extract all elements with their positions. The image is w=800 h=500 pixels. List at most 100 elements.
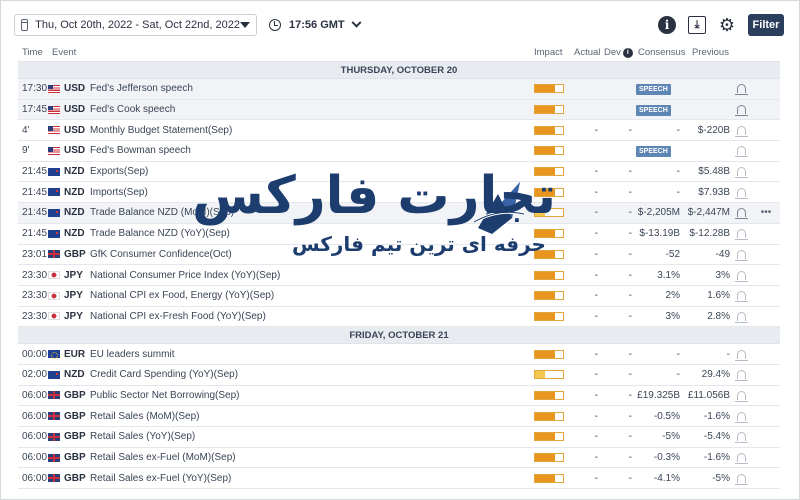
more-options-icon[interactable]: ••• [752, 207, 780, 218]
bell-icon[interactable] [734, 411, 748, 423]
bell-icon[interactable] [734, 453, 748, 465]
event-name[interactable]: Retail Sales ex-Fuel (YoY)(Sep) [86, 473, 534, 484]
alert-cell [730, 208, 752, 220]
filter-button[interactable]: Filter [748, 14, 784, 36]
table-row[interactable]: 23:30 JPY National CPI ex-Fresh Food (YoY)… [18, 307, 780, 328]
consensus-value: -5% [662, 431, 680, 443]
event-name[interactable]: Fed's Cook speech [86, 104, 534, 115]
table-row[interactable]: 9' USD Fed's Bowman speech SPEECH [18, 141, 780, 162]
actual-value: - [594, 248, 598, 260]
deviation-value: - [628, 348, 632, 360]
event-name[interactable]: Imports(Sep) [86, 187, 534, 198]
bell-icon[interactable] [734, 473, 748, 485]
bell-icon[interactable] [734, 249, 748, 261]
impact-cell [534, 270, 574, 280]
table-row[interactable]: 23:30 JPY National CPI ex Food, Energy (Yo… [18, 286, 780, 307]
table-row[interactable]: 23:01 GBP GfK Consumer Confidence(Oct) - - -5… [18, 245, 780, 266]
table-row[interactable]: 06:00 GBP Retail Sales ex-Fuel (MoM)(Sep) -… [18, 448, 780, 469]
table-row[interactable]: 21:45 NZD Trade Balance NZD (MoM)(Sep) - - $-… [18, 203, 780, 224]
flag-nzd-icon [48, 167, 60, 176]
event-name[interactable]: Retail Sales (MoM)(Sep) [86, 411, 534, 422]
bell-icon[interactable] [734, 370, 748, 382]
col-actual-header[interactable]: Actual [574, 47, 604, 58]
deviation-value: - [628, 369, 632, 381]
col-consensus-header[interactable]: Consensus [634, 47, 692, 58]
col-dev-label: Dev [604, 47, 621, 58]
bell-icon[interactable] [734, 390, 748, 402]
download-icon[interactable]: ⤓ [688, 16, 706, 34]
event-name[interactable]: National Consumer Price Index (YoY)(Sep) [86, 270, 534, 281]
dev-info-icon[interactable]: i [622, 47, 633, 58]
previous-value: $5.48B [698, 166, 730, 178]
alert-cell [730, 311, 752, 323]
event-name[interactable]: Retail Sales ex-Fuel (MoM)(Sep) [86, 452, 534, 463]
col-impact-header[interactable]: Impact [534, 47, 574, 58]
table-row[interactable]: 4' USD Monthly Budget Statement(Sep) - - - $-2… [18, 120, 780, 142]
table-row[interactable]: 06:00 GBP Retail Sales ex-Fuel (YoY)(Sep) -… [18, 468, 780, 490]
bell-icon[interactable] [734, 125, 748, 137]
table-header: Time Event Impact Actual Dev i Consensus … [18, 44, 780, 62]
table-row[interactable]: 21:45 NZD Exports(Sep) - - - $5.48B [18, 162, 780, 183]
event-name[interactable]: GfK Consumer Confidence(Oct) [86, 249, 534, 260]
actual-value: - [594, 290, 598, 302]
event-name[interactable]: Retail Sales (YoY)(Sep) [86, 431, 534, 442]
event-name[interactable]: National CPI ex Food, Energy (YoY)(Sep) [86, 290, 534, 301]
bell-icon[interactable] [734, 187, 748, 199]
flag-cell [48, 105, 64, 114]
impact-cell [534, 370, 574, 380]
event-time: 21:45 [22, 166, 48, 178]
bell-icon[interactable] [734, 291, 748, 303]
table-row[interactable]: 23:30 JPY National Consumer Price Index (Y… [18, 265, 780, 286]
bell-icon[interactable] [734, 208, 748, 220]
event-name[interactable]: Trade Balance NZD (MoM)(Sep) [86, 207, 534, 218]
event-name[interactable]: Fed's Jefferson speech [86, 83, 534, 94]
bell-icon[interactable] [734, 167, 748, 179]
flag-cell [48, 432, 64, 441]
col-event-header[interactable]: Event [48, 47, 534, 58]
col-previous-header[interactable]: Previous [692, 47, 742, 58]
event-name[interactable]: Credit Card Spending (YoY)(Sep) [86, 369, 534, 380]
col-dev-header[interactable]: Dev i [604, 47, 634, 58]
col-time-header[interactable]: Time [18, 47, 48, 58]
bell-icon[interactable] [734, 229, 748, 241]
bell-icon[interactable] [734, 105, 748, 117]
actual-value: - [594, 472, 598, 484]
timezone-selector[interactable]: 17:56 GMT [269, 17, 362, 31]
event-name[interactable]: Fed's Bowman speech [86, 145, 534, 156]
bell-icon[interactable] [734, 270, 748, 282]
bell-icon[interactable] [734, 432, 748, 444]
table-row[interactable]: 06:00 GBP Retail Sales (MoM)(Sep) - - -0.5% -1… [18, 406, 780, 427]
consensus-value: - [676, 166, 680, 178]
event-name[interactable]: National CPI ex-Fresh Food (YoY)(Sep) [86, 311, 534, 322]
table-row[interactable]: 17:30 USD Fed's Jefferson speech SPEECH [18, 79, 780, 100]
event-name[interactable]: Trade Balance NZD (YoY)(Sep) [86, 228, 534, 239]
table-row[interactable]: 02:00 NZD Credit Card Spending (YoY)(Sep) -… [18, 365, 780, 386]
event-name[interactable]: EU leaders summit [86, 349, 534, 360]
alert-cell [730, 270, 752, 282]
alert-cell [730, 167, 752, 179]
impact-bar [534, 432, 564, 442]
bell-icon[interactable] [734, 349, 748, 361]
gear-icon[interactable]: ⚙ [718, 15, 736, 35]
event-name[interactable]: Monthly Budget Statement(Sep) [86, 125, 534, 136]
event-time: 06:00 [22, 452, 48, 464]
table-row[interactable]: 21:45 NZD Imports(Sep) - - - $7.93B [18, 182, 780, 204]
info-icon[interactable]: i [658, 16, 676, 34]
bell-icon[interactable] [734, 84, 748, 96]
event-name[interactable]: Exports(Sep) [86, 166, 534, 177]
bell-icon[interactable] [734, 311, 748, 323]
table-row[interactable]: 17:45 USD Fed's Cook speech SPEECH [18, 99, 780, 121]
table-row[interactable]: 21:45 NZD Trade Balance NZD (YoY)(Sep) - - $-… [18, 224, 780, 245]
deviation-value: - [628, 124, 632, 136]
table-row[interactable]: 06:00 GBP Public Sector Net Borrowing(Sep)… [18, 386, 780, 407]
deviation-value: - [628, 290, 632, 302]
date-range-picker[interactable]: Thu, Oct 20th, 2022 - Sat, Oct 22nd, 202… [14, 14, 257, 36]
impact-cell [534, 229, 574, 239]
flag-cell [48, 84, 64, 93]
bell-icon[interactable] [734, 146, 748, 158]
impact-cell [534, 411, 574, 421]
event-time: 06:00 [22, 410, 48, 422]
event-name[interactable]: Public Sector Net Borrowing(Sep) [86, 390, 534, 401]
table-row[interactable]: 06:00 GBP Retail Sales (YoY)(Sep) - - -5% -5.4… [18, 427, 780, 448]
table-row[interactable]: 00:00 EUR EU leaders summit - - - - [18, 344, 780, 365]
